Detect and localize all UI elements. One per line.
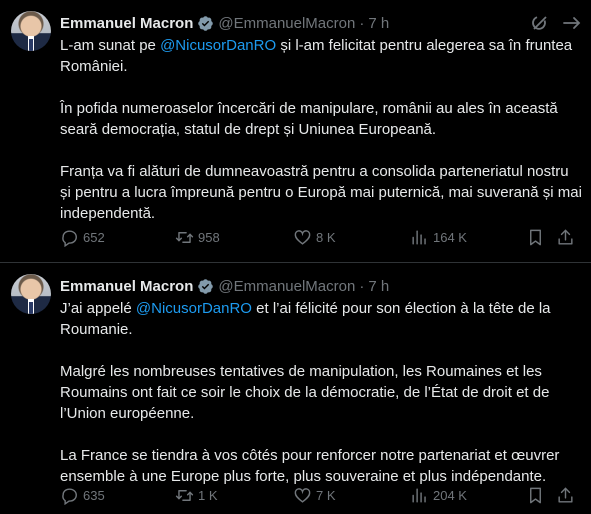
reply-button[interactable]: 652: [60, 227, 105, 247]
repost-button[interactable]: 958: [175, 227, 220, 247]
mention-link[interactable]: @NicusorDanRO: [136, 300, 252, 317]
like-count: 8 K: [316, 229, 336, 245]
author-handle[interactable]: @EmmanuelMacron: [218, 15, 355, 32]
tweet-paragraph: J’ai appelé @NicusorDanRO et l’ai félici…: [60, 300, 551, 338]
tweet-paragraph: La France se tiendra à vos côtés pour re…: [60, 447, 560, 485]
avatar[interactable]: [11, 274, 51, 314]
reply-button[interactable]: 635: [60, 485, 105, 505]
like-button[interactable]: 7 K: [293, 485, 336, 505]
views-button[interactable]: 164 K: [410, 227, 467, 247]
tweet-paragraph: L-am sunat pe @NicusorDanRO și l-am feli…: [60, 37, 573, 75]
like-button[interactable]: 8 K: [293, 227, 336, 247]
separator-dot: ·: [359, 14, 365, 32]
share-button[interactable]: [556, 227, 575, 247]
more-icon[interactable]: [561, 13, 581, 33]
tweet[interactable]: Emmanuel Macron @EmmanuelMacron · 7 h J’…: [0, 263, 591, 514]
views-icon: [412, 487, 426, 503]
action-bar: 652 958 8 K 164 K: [0, 227, 591, 247]
tweet-text: J’ai appelé @NicusorDanRO et l’ai félici…: [60, 298, 582, 487]
avatar[interactable]: [11, 11, 51, 51]
like-count: 7 K: [316, 487, 336, 503]
share-icon: [558, 229, 573, 245]
share-icon: [558, 487, 573, 503]
author-name[interactable]: Emmanuel Macron: [60, 278, 193, 295]
verified-badge-icon[interactable]: [197, 15, 214, 32]
views-count: 164 K: [433, 229, 467, 245]
author-handle[interactable]: @EmmanuelMacron: [218, 278, 355, 295]
repost-count: 958: [198, 229, 220, 245]
grok-icon[interactable]: [529, 12, 551, 34]
views-icon: [412, 229, 426, 245]
timestamp[interactable]: 7 h: [368, 15, 389, 32]
repost-count: 1 K: [198, 487, 218, 503]
timestamp[interactable]: 7 h: [368, 278, 389, 295]
mention-link[interactable]: @NicusorDanRO: [160, 37, 276, 54]
views-count: 204 K: [433, 487, 467, 503]
like-icon: [294, 229, 311, 245]
bookmark-button[interactable]: [526, 485, 545, 505]
bookmark-icon: [530, 229, 541, 245]
repost-icon: [175, 489, 194, 501]
reply-icon: [62, 229, 77, 247]
tweet[interactable]: Emmanuel Macron @EmmanuelMacron · 7 h L-…: [0, 0, 591, 263]
reply-count: 635: [83, 487, 105, 503]
verified-badge-icon[interactable]: [197, 278, 214, 295]
repost-button[interactable]: 1 K: [175, 485, 218, 505]
bookmark-icon: [530, 487, 541, 503]
tweet-paragraph: Franța va fi alături de dumneavoastră pe…: [60, 163, 582, 222]
views-button[interactable]: 204 K: [410, 485, 467, 505]
reply-icon: [62, 487, 77, 505]
tweet-paragraph: Malgré les nombreuses tentatives de mani…: [60, 363, 550, 422]
bookmark-button[interactable]: [526, 227, 545, 247]
reply-count: 652: [83, 229, 105, 245]
author-name[interactable]: Emmanuel Macron: [60, 15, 193, 32]
tweet-header: Emmanuel Macron @EmmanuelMacron · 7 h: [60, 13, 389, 33]
separator-dot: ·: [359, 277, 365, 295]
tweet-paragraph: În pofida numeroaselor încercări de mani…: [60, 100, 558, 138]
like-icon: [294, 487, 311, 503]
action-bar: 635 1 K 7 K 204 K: [0, 485, 591, 505]
tweet-text: L-am sunat pe @NicusorDanRO și l-am feli…: [60, 35, 582, 224]
repost-icon: [175, 231, 194, 243]
tweet-header: Emmanuel Macron @EmmanuelMacron · 7 h: [60, 276, 389, 296]
share-button[interactable]: [556, 485, 575, 505]
